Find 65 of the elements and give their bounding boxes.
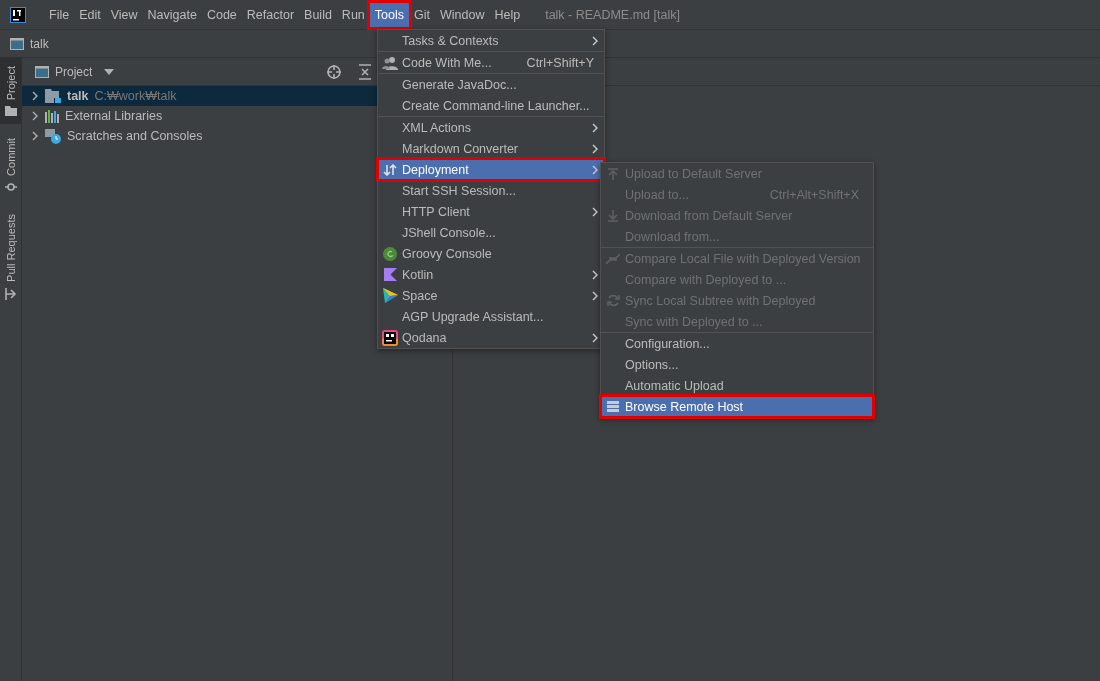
panel-title[interactable]: Project <box>55 64 93 79</box>
menu-item[interactable]: File <box>44 2 75 27</box>
menu-item[interactable]: Tools <box>369 2 409 27</box>
space-icon <box>382 288 398 303</box>
list-icon <box>607 401 619 412</box>
tool-window-tab[interactable]: Pull Requests <box>0 200 21 308</box>
tree-item-label: External Libraries <box>65 109 163 123</box>
menu-item[interactable]: HTTP Client <box>378 201 604 222</box>
breadcrumb[interactable]: talk <box>30 36 49 51</box>
groovy-icon <box>383 246 397 261</box>
tool-window-tab[interactable]: Commit <box>0 124 21 201</box>
menu-item[interactable]: View <box>105 2 143 27</box>
chevron-icon[interactable] <box>31 131 39 141</box>
scratch-file-icon <box>45 128 61 144</box>
chevron-icon[interactable] <box>31 111 39 121</box>
download-icon <box>607 209 619 222</box>
commit-icon <box>4 182 17 193</box>
menu-item[interactable]: Refactor <box>241 2 300 27</box>
libraries-icon <box>45 109 59 123</box>
menu-item[interactable]: Kotlin <box>378 264 604 285</box>
upload-icon <box>607 167 619 180</box>
tree-item-label: talk <box>67 89 89 103</box>
menu-item[interactable]: Start SSH Session... <box>378 180 604 201</box>
menu-item[interactable]: Build <box>299 2 337 27</box>
people-icon <box>382 55 398 70</box>
folder-icon <box>4 106 17 117</box>
menu-item[interactable]: Tasks & Contexts <box>378 30 604 51</box>
menu-item[interactable]: Help <box>489 2 526 27</box>
qodana-icon <box>382 329 398 346</box>
compare-arrows-icon <box>606 252 620 265</box>
menu-item[interactable]: XML Actions <box>378 117 604 138</box>
tree-item-path: C:₩work₩talk <box>94 89 177 103</box>
menu-item[interactable]: Automatic Upload <box>601 375 873 396</box>
menu-item[interactable]: Code With Me... Ctrl+Shift+Y <box>378 52 604 73</box>
menu-item[interactable]: Markdown Converter <box>378 138 604 159</box>
menu-item[interactable]: Space <box>378 285 604 306</box>
up-down-arrows-icon <box>383 163 397 176</box>
tree-item-label: Scratches and Consoles <box>67 129 203 143</box>
menu-item[interactable]: AGP Upgrade Assistant... <box>378 306 604 327</box>
kotlin-icon <box>383 268 397 281</box>
dropdown-caret-icon[interactable] <box>104 68 115 75</box>
menu-item[interactable]: Configuration... <box>601 333 873 354</box>
sync-icon <box>606 294 620 307</box>
locate-icon[interactable] <box>326 63 342 80</box>
menu-item[interactable]: Qodana <box>378 327 604 348</box>
menu-item[interactable]: Deployment <box>378 159 604 180</box>
window-title: talk - README.md [talk] <box>545 7 680 22</box>
menu-item[interactable]: Edit <box>74 2 106 27</box>
menu-item[interactable]: Browse Remote Host <box>601 396 873 417</box>
collapse-all-icon[interactable] <box>358 63 372 80</box>
folder-icon <box>45 89 61 103</box>
menu-item[interactable]: JShell Console... <box>378 222 604 243</box>
chevron-icon[interactable] <box>31 91 39 101</box>
pull-request-icon <box>4 288 17 300</box>
menu-item[interactable]: Code <box>201 2 242 27</box>
project-icon <box>35 65 49 78</box>
menu-item[interactable]: Groovy Console <box>378 243 604 264</box>
menu-item[interactable]: Git <box>409 2 435 27</box>
app-logo-icon <box>10 6 26 23</box>
menu-item[interactable]: Run <box>336 2 370 27</box>
tool-window-tab[interactable]: Project <box>0 58 21 125</box>
project-icon <box>10 37 24 50</box>
menu-item[interactable]: Options... <box>601 354 873 375</box>
menu-item[interactable]: Navigate <box>142 2 202 27</box>
menu-item[interactable]: Window <box>434 2 490 27</box>
